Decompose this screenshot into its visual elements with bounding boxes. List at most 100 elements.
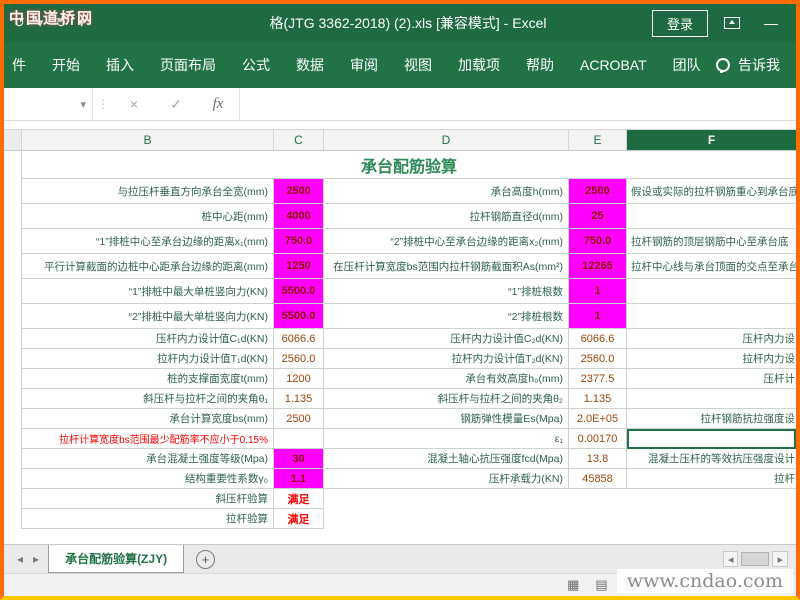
cell-A15[interactable] [4, 469, 22, 489]
cell-E16[interactable] [569, 489, 627, 509]
cell-B10[interactable]: 桩的支撑面宽度t(mm) [22, 369, 274, 389]
page-break-preview-icon[interactable]: ▩ [624, 577, 636, 593]
ribbon-tab-开始[interactable]: 开始 [39, 42, 93, 88]
sign-in-button[interactable]: 登录 [651, 9, 708, 37]
cell-D3[interactable]: 拉杆钢筋直径d(mm) [324, 204, 569, 229]
cell-A5[interactable] [4, 254, 22, 279]
cell-C7[interactable]: 5500.0 [274, 304, 324, 329]
cell-B5[interactable]: 平行计算截面的边桩中心距承台边缘的距离(mm) [22, 254, 274, 279]
cell-C2[interactable]: 2500 [274, 179, 324, 204]
ribbon-tab-件[interactable]: 件 [10, 42, 39, 88]
cell-E13[interactable]: 0.00170 [569, 429, 627, 449]
cell-B3[interactable]: 桩中心距(mm) [22, 204, 274, 229]
cell-A8[interactable] [4, 329, 22, 349]
cell-A7[interactable] [4, 304, 22, 329]
scroll-left-icon[interactable]: ◂ [722, 551, 739, 567]
cell-D7[interactable]: “2”排桩根数 [324, 304, 569, 329]
cell-E14[interactable]: 13.8 [569, 449, 627, 469]
cell-C8[interactable]: 6066.6 [274, 329, 324, 349]
cell-C14[interactable]: 30 [274, 449, 324, 469]
ribbon-tab-团队[interactable]: 团队 [660, 42, 714, 88]
cell-A3[interactable] [4, 204, 22, 229]
cell-D17[interactable] [324, 509, 569, 529]
cell-D9[interactable]: 拉杆内力设计值T₂d(KN) [324, 349, 569, 369]
cell-E15[interactable]: 45858 [569, 469, 627, 489]
cell-E17[interactable] [569, 509, 627, 529]
name-box[interactable]: ▾ [4, 88, 93, 120]
cell-F3[interactable] [627, 204, 796, 229]
normal-view-icon[interactable]: ▦ [567, 577, 579, 593]
column-header-E[interactable]: E [569, 130, 627, 150]
cell-A9[interactable] [4, 349, 22, 369]
cell-B7[interactable]: “2”排桩中最大单桩竖向力(KN) [22, 304, 274, 329]
formula-input[interactable] [239, 88, 796, 120]
ribbon-display-options-icon[interactable] [724, 17, 740, 29]
cell-C6[interactable]: 5500.0 [274, 279, 324, 304]
cell-B6[interactable]: “1”排桩中最大单桩竖向力(KN) [22, 279, 274, 304]
cell-D16[interactable] [324, 489, 569, 509]
cell-F11[interactable] [627, 389, 796, 409]
cell-E6[interactable]: 1 [569, 279, 627, 304]
cell-B12[interactable]: 承台计算宽度bs(mm) [22, 409, 274, 429]
cell-E8[interactable]: 6066.6 [569, 329, 627, 349]
empty-sheet-area[interactable] [4, 529, 796, 544]
cell-C17[interactable]: 满足 [274, 509, 324, 529]
sheet-nav-next-icon[interactable]: ▸ [28, 552, 44, 566]
cell-F12[interactable]: 拉杆钢筋抗拉强度设 [627, 409, 796, 429]
cell-A13[interactable] [4, 429, 22, 449]
cell-E2[interactable]: 2500 [569, 179, 627, 204]
cell-C10[interactable]: 1200 [274, 369, 324, 389]
ribbon-tab-审阅[interactable]: 审阅 [337, 42, 391, 88]
column-header-C[interactable]: C [274, 130, 324, 150]
cell-D13[interactable]: ε₁ [324, 429, 569, 449]
cell-A2[interactable] [4, 179, 22, 204]
cell-F2[interactable]: 假设或实际的拉杆钢筋重心到承台底面 [627, 179, 796, 204]
cell-B14[interactable]: 承台混凝土强度等级(Mpa) [22, 449, 274, 469]
scrollbar-thumb[interactable] [741, 552, 770, 566]
select-all-corner[interactable] [4, 130, 22, 150]
tell-me-button[interactable]: 告诉我 [716, 42, 790, 88]
ribbon-tab-插入[interactable]: 插入 [93, 42, 147, 88]
cell-A11[interactable] [4, 389, 22, 409]
scroll-right-icon[interactable]: ▸ [772, 551, 788, 567]
column-header-F[interactable]: F [627, 130, 796, 150]
add-sheet-button[interactable]: + [196, 549, 216, 569]
sheet-nav-prev-icon[interactable]: ◂ [12, 552, 28, 566]
column-header-D[interactable]: D [324, 130, 569, 150]
cell-E7[interactable]: 1 [569, 304, 627, 329]
cell-F16[interactable] [627, 489, 796, 509]
cell-D14[interactable]: 混凝土轴心抗压强度fcd(Mpa) [324, 449, 569, 469]
cell-F13[interactable] [627, 429, 796, 449]
cell-E3[interactable]: 25 [569, 204, 627, 229]
ribbon-tab-ACROBAT[interactable]: ACROBAT [567, 42, 660, 88]
cell-C5[interactable]: 1250 [274, 254, 324, 279]
ribbon-tab-视图[interactable]: 视图 [391, 42, 445, 88]
ribbon-tab-数据[interactable]: 数据 [283, 42, 337, 88]
cell-D6[interactable]: “1”排桩根数 [324, 279, 569, 304]
cell-B15[interactable]: 结构重要性系数γ₀ [22, 469, 274, 489]
cell-C9[interactable]: 2560.0 [274, 349, 324, 369]
cell-C15[interactable]: 1.1 [274, 469, 324, 489]
cell-B4[interactable]: “1”排桩中心至承台边缘的距离x₁(mm) [22, 229, 274, 254]
ribbon-tab-帮助[interactable]: 帮助 [513, 42, 567, 88]
undo-icon[interactable]: ↺ [14, 15, 25, 31]
enter-button[interactable]: ✓ [155, 88, 197, 120]
cell-B9[interactable]: 拉杆内力设计值T₁d(KN) [22, 349, 274, 369]
cell-A17[interactable] [4, 509, 22, 529]
cell-A1[interactable] [4, 151, 22, 179]
cell-F9[interactable]: 拉杆内力设 [627, 349, 796, 369]
cell-A14[interactable] [4, 449, 22, 469]
cell-F10[interactable]: 压杆计 [627, 369, 796, 389]
cell-F7[interactable] [627, 304, 796, 329]
cell-E11[interactable]: 1.135 [569, 389, 627, 409]
cell-C3[interactable]: 4000 [274, 204, 324, 229]
cell-B11[interactable]: 斜压杆与拉杆之间的夹角θ₁ [22, 389, 274, 409]
cell-F4[interactable]: 拉杆钢筋的顶层钢筋中心至承台底 [627, 229, 796, 254]
cell-F17[interactable] [627, 509, 796, 529]
cell-C16[interactable]: 满足 [274, 489, 324, 509]
cell-C11[interactable]: 1.135 [274, 389, 324, 409]
cell-A16[interactable] [4, 489, 22, 509]
ribbon-tab-公式[interactable]: 公式 [229, 42, 283, 88]
cell-A10[interactable] [4, 369, 22, 389]
sheet-tab-active[interactable]: 承台配筋验算(ZJY) [48, 545, 185, 573]
